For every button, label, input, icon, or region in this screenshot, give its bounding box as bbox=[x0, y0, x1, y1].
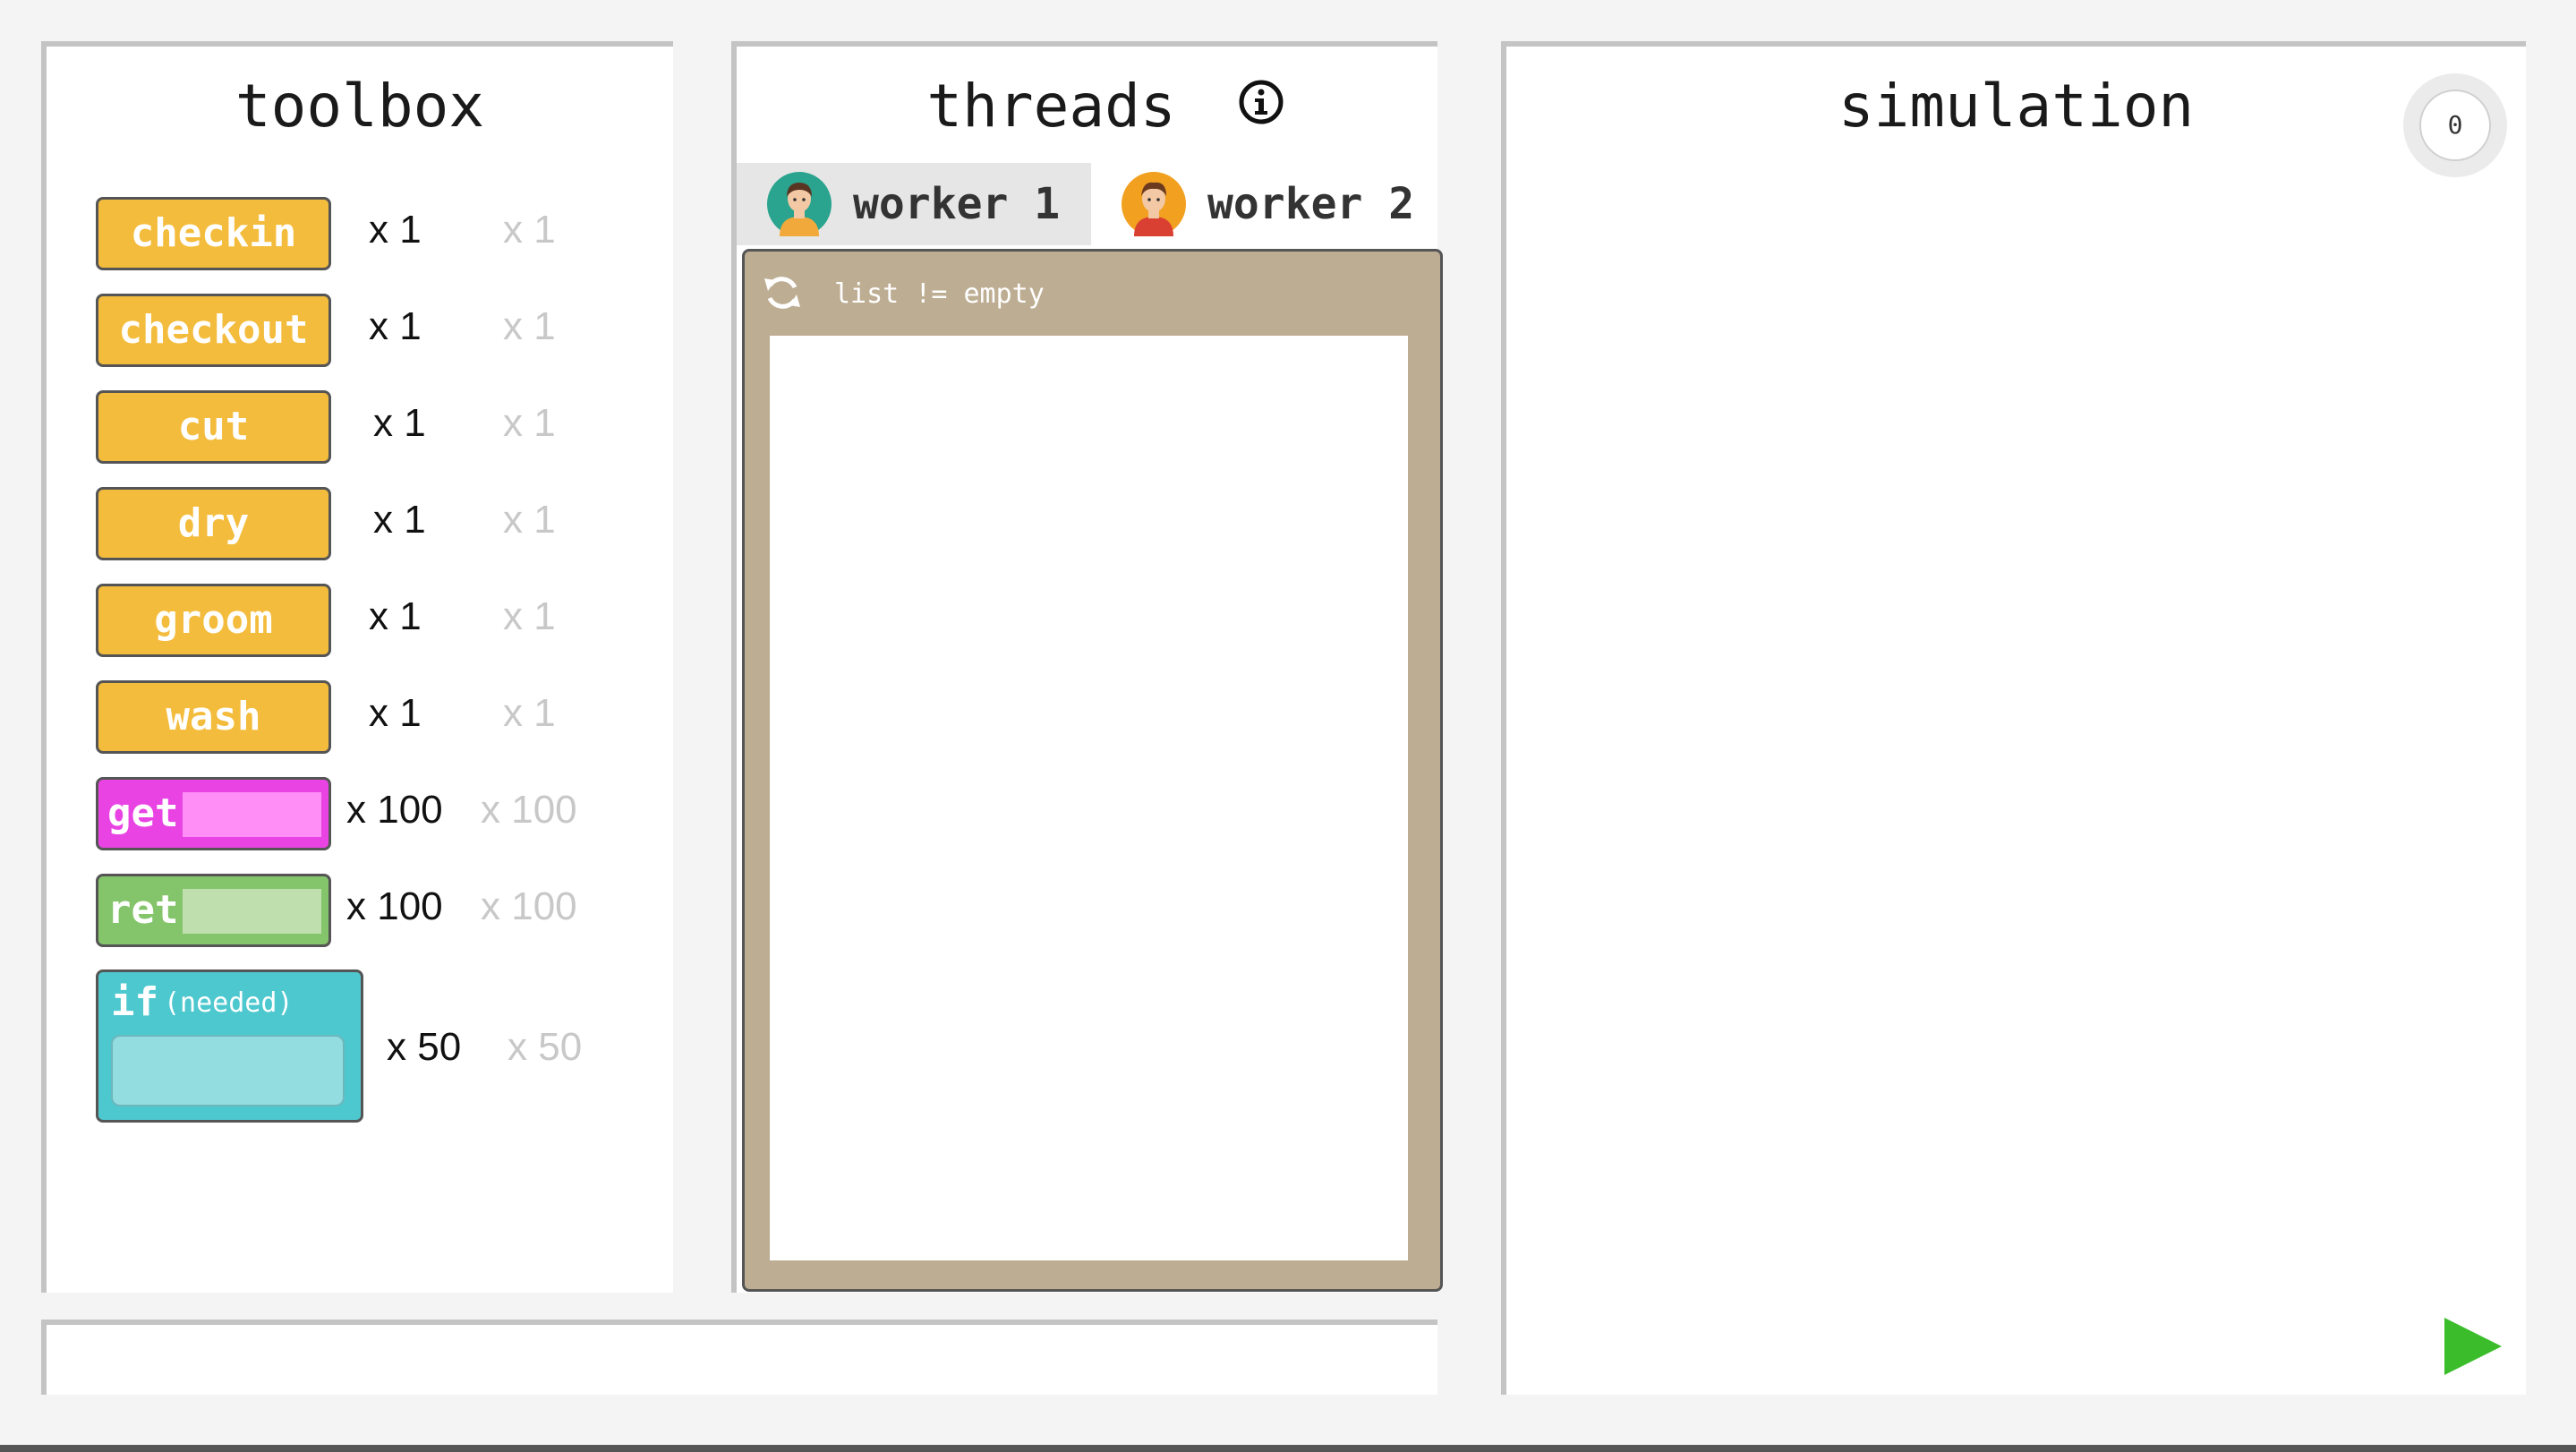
tab-worker-1-label: worker 1 bbox=[853, 179, 1061, 229]
get-count: x 100 bbox=[346, 788, 443, 832]
dry-max: x 1 bbox=[503, 498, 556, 542]
checkin-max: x 1 bbox=[503, 208, 556, 252]
checkin-count: x 1 bbox=[369, 208, 422, 252]
info-icon[interactable] bbox=[1238, 79, 1284, 125]
loop-condition: list != empty bbox=[834, 278, 1045, 310]
toolbox-title: toolbox bbox=[235, 72, 485, 141]
tick-counter: 0 bbox=[2403, 73, 2507, 177]
loop-block[interactable]: list != empty bbox=[742, 249, 1443, 1292]
get-label: get bbox=[107, 790, 179, 836]
loop-icon bbox=[764, 277, 800, 309]
tab-worker-1[interactable]: worker 1 bbox=[737, 163, 1091, 245]
worker-1-avatar-icon bbox=[767, 172, 832, 236]
loop-body-dropzone[interactable] bbox=[770, 336, 1408, 1260]
wash-count: x 1 bbox=[369, 691, 422, 735]
checkout-max: x 1 bbox=[503, 304, 556, 348]
wash-max: x 1 bbox=[503, 691, 556, 735]
tab-worker-2[interactable]: worker 2 bbox=[1091, 163, 1446, 245]
wash-block[interactable]: wash bbox=[96, 680, 331, 754]
worker-2-avatar-icon bbox=[1122, 172, 1186, 236]
if-note: (needed) bbox=[163, 987, 294, 1019]
checkout-block[interactable]: checkout bbox=[96, 294, 331, 367]
ret-count: x 100 bbox=[346, 884, 443, 928]
toolbox-panel: toolbox checkin x 1 x 1 checkout x 1 x 1… bbox=[41, 41, 673, 1293]
if-block[interactable]: if (needed) bbox=[96, 969, 363, 1123]
tick-value: 0 bbox=[2419, 90, 2491, 161]
ret-block[interactable]: ret bbox=[96, 874, 331, 947]
get-max: x 100 bbox=[481, 788, 577, 832]
if-label: if bbox=[111, 979, 158, 1025]
dry-block[interactable]: dry bbox=[96, 487, 331, 560]
cut-block[interactable]: cut bbox=[96, 390, 331, 464]
dry-count: x 1 bbox=[373, 498, 426, 542]
ret-max: x 100 bbox=[481, 884, 577, 928]
if-max: x 50 bbox=[508, 1025, 583, 1069]
play-icon[interactable] bbox=[2444, 1318, 2502, 1375]
ret-slot[interactable] bbox=[183, 889, 321, 934]
if-condition-slot[interactable] bbox=[111, 1035, 345, 1106]
threads-title: threads bbox=[926, 72, 1176, 141]
bottom-edge bbox=[0, 1445, 2576, 1452]
if-count: x 50 bbox=[387, 1025, 462, 1069]
simulation-title: simulation bbox=[1838, 72, 2195, 141]
cut-count: x 1 bbox=[373, 401, 426, 445]
groom-max: x 1 bbox=[503, 594, 556, 638]
groom-block[interactable]: groom bbox=[96, 584, 331, 657]
ret-label: ret bbox=[107, 887, 179, 933]
get-slot[interactable] bbox=[183, 792, 321, 837]
threads-panel: threads worker 1 worker 2 list != empty bbox=[731, 41, 1443, 1293]
cut-max: x 1 bbox=[503, 401, 556, 445]
checkin-block[interactable]: checkin bbox=[96, 197, 331, 270]
tab-worker-2-label: worker 2 bbox=[1207, 179, 1415, 229]
simulation-panel: simulation 0 bbox=[1501, 41, 2526, 1395]
get-block[interactable]: get bbox=[96, 777, 331, 850]
console-panel bbox=[41, 1320, 1437, 1395]
groom-count: x 1 bbox=[369, 594, 422, 638]
checkout-count: x 1 bbox=[369, 304, 422, 348]
